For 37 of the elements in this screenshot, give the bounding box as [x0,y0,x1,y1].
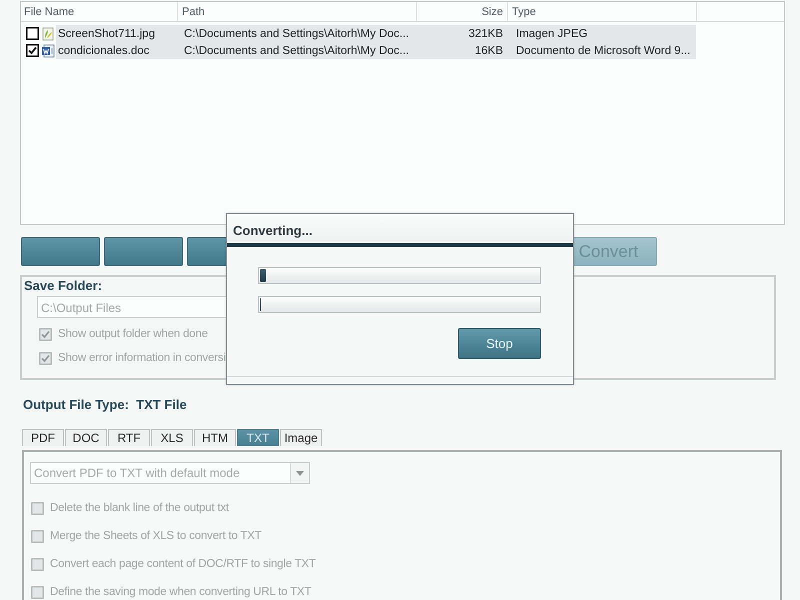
tab[interactable]: DOC [65,429,107,446]
file-row[interactable]: ScreenShot711.jpg C:\Documents and Settings\Aitorh\My Doc... 321KB Imagen JPEG [56,25,696,42]
caret-icon [296,470,304,476]
tab[interactable]: PDF [22,429,64,446]
toolbar-button[interactable] [104,237,183,266]
picture-file-icon [41,26,55,40]
option-label: Merge the Sheets of XLS to convert to TXT [50,530,262,542]
checkbox[interactable] [26,44,39,57]
column-header[interactable]: Type [508,2,697,21]
tab[interactable]: RTF [108,429,150,446]
file-size-cell-text: 16KB [474,44,504,56]
file-name-cell-text: ScreenShot711.jpg [57,28,156,40]
column-header[interactable]: File Name [21,2,178,21]
document-icon [41,44,55,58]
toolbar-button[interactable] [21,237,100,266]
option-label: Show output folder when done [58,328,208,340]
file-path-cell-text: C:\Documents and Settings\Aitorh\My Doc... [183,28,410,40]
file-size-cell-text: 321KB [467,28,504,40]
tab[interactable]: XLS [151,429,193,446]
file-row[interactable]: condicionales.doc C:\Documents and Settings\Aitorh\My Doc... 16KB Documento de Microsoft Word 9... [56,42,696,59]
dialog-title: Converting... [227,214,573,243]
column-header[interactable]: Size [417,2,508,21]
option-label: Delete the blank line of the output txt [50,502,229,514]
file-path-cell-text: C:\Documents and Settings\Aitorh\My Doc... [183,44,410,56]
save-folder-label: Save Folder: [23,277,104,294]
checkbox[interactable] [26,27,39,40]
column-header[interactable]: Path [178,2,417,21]
option-label: Define the saving mode when converting URL to TXT [50,586,312,598]
file-type-cell-text: Documento de Microsoft Word 9... [515,44,692,56]
output-file-type-label: Output File Type: TXT File [23,397,187,413]
file-name-cell-text: condicionales.doc [57,44,150,56]
tab[interactable]: HTM [194,429,236,446]
option-label: Convert each page content of DOC/RTF to single TXT [50,558,316,570]
stop-button[interactable]: Stop [458,328,541,359]
option-label: Show error information in conversi [58,352,226,364]
file-type-cell-text: Imagen JPEG [515,28,589,40]
tab[interactable]: Image [280,429,322,446]
